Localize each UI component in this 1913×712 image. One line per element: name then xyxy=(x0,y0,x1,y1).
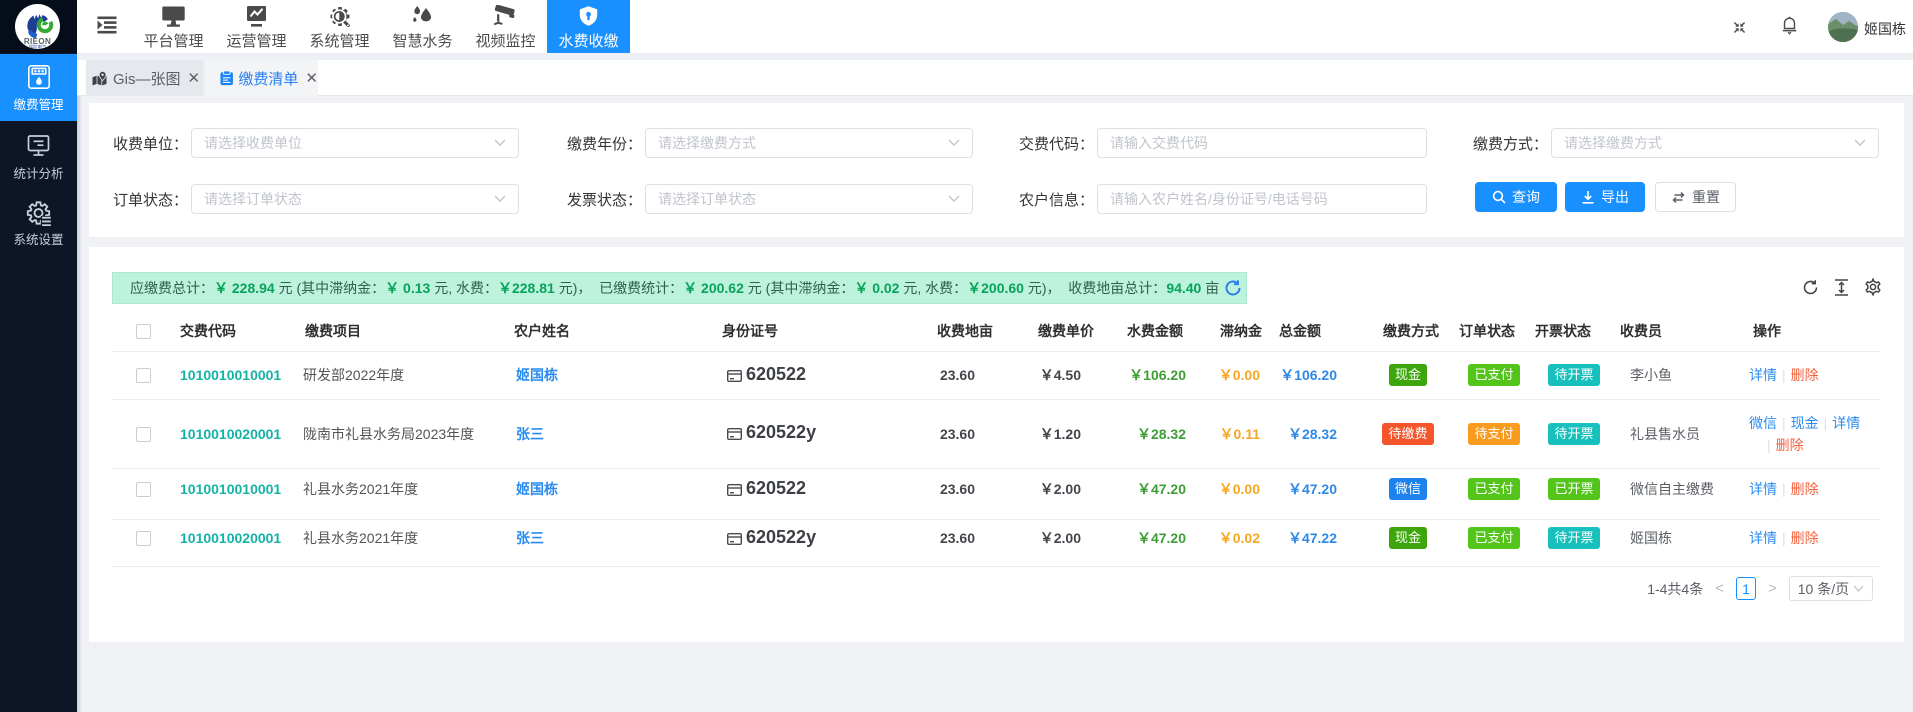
svg-text:瑞控电气: 瑞控电气 xyxy=(29,44,47,50)
